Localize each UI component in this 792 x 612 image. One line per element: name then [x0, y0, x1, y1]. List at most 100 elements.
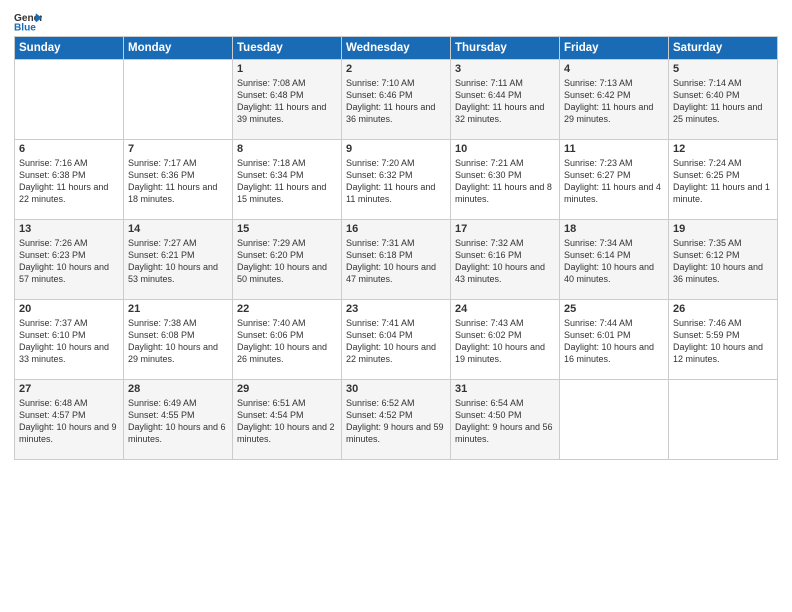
calendar-cell: 5Sunrise: 7:14 AM Sunset: 6:40 PM Daylig… [669, 60, 778, 140]
main-container: General Blue SundayMondayTuesdayWednesda… [0, 0, 792, 470]
cell-info: Sunrise: 7:08 AM Sunset: 6:48 PM Dayligh… [237, 77, 337, 126]
day-number: 5 [673, 63, 773, 75]
calendar-cell: 2 Sunrise: 7:10 AM Sunset: 6:46 PM Daylig… [342, 60, 451, 140]
weekday-header: Friday [560, 37, 669, 60]
calendar-cell: 6 Sunrise: 7:16 AM Sunset: 6:38 PM Daylig… [15, 140, 124, 220]
calendar-cell: 1Sunrise: 7:08 AM Sunset: 6:48 PM Daylig… [233, 60, 342, 140]
calendar-week: 13 Sunrise: 7:26 AM Sunset: 6:23 PM Dayli… [15, 220, 778, 300]
calendar-cell: 18 Sunrise: 7:34 AM Sunset: 6:14 PM Dayli… [560, 220, 669, 300]
cell-info: Sunrise: 6:49 AM Sunset: 4:55 PM Dayligh… [128, 397, 228, 446]
cell-info: Sunrise: 7:17 AM Sunset: 6:36 PM Dayligh… [128, 157, 228, 206]
cell-info: Sunrise: 7:43 AM Sunset: 6:02 PM Dayligh… [455, 317, 555, 366]
calendar-cell: 20Sunrise: 7:37 AM Sunset: 6:10 PM Dayli… [15, 300, 124, 380]
weekday-header: Sunday [15, 37, 124, 60]
day-number: 6 [19, 143, 119, 155]
calendar-cell [560, 380, 669, 460]
calendar-cell: 24 Sunrise: 7:43 AM Sunset: 6:02 PM Dayli… [451, 300, 560, 380]
header: General Blue [14, 10, 778, 32]
day-number: 20 [19, 303, 119, 315]
calendar-cell: 12Sunrise: 7:24 AM Sunset: 6:25 PM Dayli… [669, 140, 778, 220]
calendar-cell: 25 Sunrise: 7:44 AM Sunset: 6:01 PM Dayli… [560, 300, 669, 380]
day-number: 14 [128, 223, 228, 235]
cell-info: Sunrise: 7:18 AM Sunset: 6:34 PM Dayligh… [237, 157, 337, 206]
day-number: 17 [455, 223, 555, 235]
svg-text:Blue: Blue [14, 22, 36, 32]
cell-info: Sunrise: 7:44 AM Sunset: 6:01 PM Dayligh… [564, 317, 664, 366]
calendar-cell [124, 60, 233, 140]
day-number: 28 [128, 383, 228, 395]
cell-info: Sunrise: 7:34 AM Sunset: 6:14 PM Dayligh… [564, 237, 664, 286]
calendar-cell: 11Sunrise: 7:23 AM Sunset: 6:27 PM Dayli… [560, 140, 669, 220]
day-number: 19 [673, 223, 773, 235]
calendar-week: 1Sunrise: 7:08 AM Sunset: 6:48 PM Daylig… [15, 60, 778, 140]
day-number: 12 [673, 143, 773, 155]
day-number: 30 [346, 383, 446, 395]
calendar-cell: 9 Sunrise: 7:20 AM Sunset: 6:32 PM Daylig… [342, 140, 451, 220]
calendar-cell: 8 Sunrise: 7:18 AM Sunset: 6:34 PM Daylig… [233, 140, 342, 220]
calendar-cell: 30 Sunrise: 6:52 AM Sunset: 4:52 PM Dayli… [342, 380, 451, 460]
calendar-cell: 17 Sunrise: 7:32 AM Sunset: 6:16 PM Dayli… [451, 220, 560, 300]
weekday-header: Thursday [451, 37, 560, 60]
logo: General Blue [14, 10, 42, 32]
calendar-cell: 31Sunrise: 6:54 AM Sunset: 4:50 PM Dayli… [451, 380, 560, 460]
day-number: 3 [455, 63, 555, 75]
cell-info: Sunrise: 7:46 AM Sunset: 5:59 PM Dayligh… [673, 317, 773, 366]
calendar-table: SundayMondayTuesdayWednesdayThursdayFrid… [14, 36, 778, 460]
day-number: 18 [564, 223, 664, 235]
logo-icon: General Blue [14, 10, 42, 32]
day-number: 2 [346, 63, 446, 75]
calendar-cell: 26 Sunrise: 7:46 AM Sunset: 5:59 PM Dayli… [669, 300, 778, 380]
calendar-cell: 16 Sunrise: 7:31 AM Sunset: 6:18 PM Dayli… [342, 220, 451, 300]
day-number: 21 [128, 303, 228, 315]
cell-info: Sunrise: 7:11 AM Sunset: 6:44 PM Dayligh… [455, 77, 555, 126]
calendar-cell: 4 Sunrise: 7:13 AM Sunset: 6:42 PM Daylig… [560, 60, 669, 140]
day-number: 9 [346, 143, 446, 155]
calendar-cell: 29 Sunrise: 6:51 AM Sunset: 4:54 PM Dayli… [233, 380, 342, 460]
cell-info: Sunrise: 6:52 AM Sunset: 4:52 PM Dayligh… [346, 397, 446, 446]
day-number: 8 [237, 143, 337, 155]
cell-info: Sunrise: 7:41 AM Sunset: 6:04 PM Dayligh… [346, 317, 446, 366]
calendar-cell: 7 Sunrise: 7:17 AM Sunset: 6:36 PM Daylig… [124, 140, 233, 220]
calendar-cell: 14 Sunrise: 7:27 AM Sunset: 6:21 PM Dayli… [124, 220, 233, 300]
header-row: SundayMondayTuesdayWednesdayThursdayFrid… [15, 37, 778, 60]
day-number: 23 [346, 303, 446, 315]
cell-info: Sunrise: 7:40 AM Sunset: 6:06 PM Dayligh… [237, 317, 337, 366]
cell-info: Sunrise: 7:20 AM Sunset: 6:32 PM Dayligh… [346, 157, 446, 206]
cell-info: Sunrise: 7:21 AM Sunset: 6:30 PM Dayligh… [455, 157, 555, 206]
calendar-cell: 15Sunrise: 7:29 AM Sunset: 6:20 PM Dayli… [233, 220, 342, 300]
cell-info: Sunrise: 7:32 AM Sunset: 6:16 PM Dayligh… [455, 237, 555, 286]
cell-info: Sunrise: 6:48 AM Sunset: 4:57 PM Dayligh… [19, 397, 119, 446]
calendar-cell: 21 Sunrise: 7:38 AM Sunset: 6:08 PM Dayli… [124, 300, 233, 380]
weekday-header: Wednesday [342, 37, 451, 60]
cell-info: Sunrise: 7:27 AM Sunset: 6:21 PM Dayligh… [128, 237, 228, 286]
cell-info: Sunrise: 7:10 AM Sunset: 6:46 PM Dayligh… [346, 77, 446, 126]
day-number: 10 [455, 143, 555, 155]
day-number: 29 [237, 383, 337, 395]
cell-info: Sunrise: 6:51 AM Sunset: 4:54 PM Dayligh… [237, 397, 337, 446]
day-number: 16 [346, 223, 446, 235]
weekday-header: Monday [124, 37, 233, 60]
cell-info: Sunrise: 7:26 AM Sunset: 6:23 PM Dayligh… [19, 237, 119, 286]
day-number: 25 [564, 303, 664, 315]
weekday-header: Tuesday [233, 37, 342, 60]
day-number: 26 [673, 303, 773, 315]
cell-info: Sunrise: 7:35 AM Sunset: 6:12 PM Dayligh… [673, 237, 773, 286]
calendar-cell: 10 Sunrise: 7:21 AM Sunset: 6:30 PM Dayli… [451, 140, 560, 220]
calendar-cell [15, 60, 124, 140]
calendar-week: 6 Sunrise: 7:16 AM Sunset: 6:38 PM Daylig… [15, 140, 778, 220]
calendar-cell: 19 Sunrise: 7:35 AM Sunset: 6:12 PM Dayli… [669, 220, 778, 300]
day-number: 7 [128, 143, 228, 155]
cell-info: Sunrise: 7:38 AM Sunset: 6:08 PM Dayligh… [128, 317, 228, 366]
cell-info: Sunrise: 7:31 AM Sunset: 6:18 PM Dayligh… [346, 237, 446, 286]
day-number: 4 [564, 63, 664, 75]
calendar-cell: 23 Sunrise: 7:41 AM Sunset: 6:04 PM Dayli… [342, 300, 451, 380]
cell-info: Sunrise: 7:13 AM Sunset: 6:42 PM Dayligh… [564, 77, 664, 126]
calendar-cell: 28 Sunrise: 6:49 AM Sunset: 4:55 PM Dayli… [124, 380, 233, 460]
calendar-week: 20Sunrise: 7:37 AM Sunset: 6:10 PM Dayli… [15, 300, 778, 380]
day-number: 15 [237, 223, 337, 235]
day-number: 13 [19, 223, 119, 235]
cell-info: Sunrise: 7:16 AM Sunset: 6:38 PM Dayligh… [19, 157, 119, 206]
calendar-cell: 22Sunrise: 7:40 AM Sunset: 6:06 PM Dayli… [233, 300, 342, 380]
day-number: 24 [455, 303, 555, 315]
calendar-cell: 13 Sunrise: 7:26 AM Sunset: 6:23 PM Dayli… [15, 220, 124, 300]
